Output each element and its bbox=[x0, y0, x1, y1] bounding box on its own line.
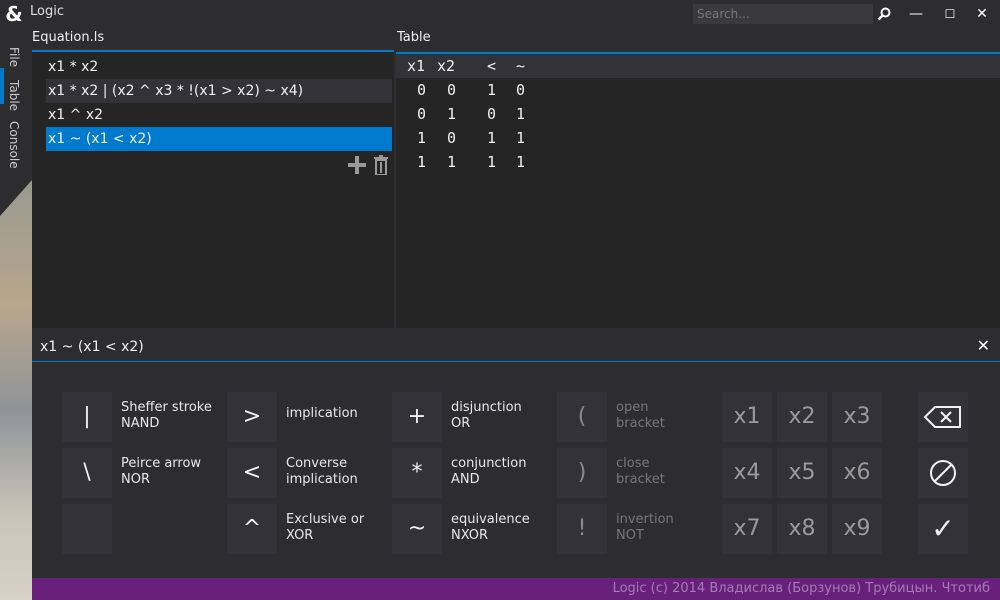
table-panel-header: Table bbox=[397, 30, 431, 45]
key-nxor-label: equivalence NXOR bbox=[451, 512, 530, 543]
key-empty bbox=[62, 504, 112, 554]
background-photo bbox=[0, 180, 32, 600]
key-converse-implication-label: Converse implication bbox=[286, 456, 358, 487]
app-title: Logic bbox=[30, 4, 64, 19]
column-header: x1 bbox=[407, 57, 426, 75]
status-bar: Logic (c) 2014 Владислав (Борзунов) Труб… bbox=[32, 578, 1000, 600]
key-not-label: invertion NOT bbox=[616, 512, 674, 543]
key-x3[interactable]: x3 bbox=[832, 392, 882, 442]
key-x8[interactable]: x8 bbox=[777, 504, 827, 554]
equation-toolbar bbox=[346, 153, 394, 177]
key-x6[interactable]: x6 bbox=[832, 448, 882, 498]
table-cell: 1 bbox=[516, 105, 526, 123]
key-implication[interactable]: > bbox=[227, 392, 277, 442]
table-cell: 0 bbox=[417, 81, 427, 99]
table-cell: 1 bbox=[447, 105, 457, 123]
key-nxor[interactable]: ~ bbox=[392, 504, 442, 554]
column-header: ~ bbox=[516, 57, 526, 75]
table-row: 1 1 1 1 bbox=[396, 150, 596, 174]
table-cell: 1 bbox=[516, 153, 526, 171]
key-converse-implication[interactable]: < bbox=[227, 448, 277, 498]
key-nand-label: Sheffer stroke NAND bbox=[121, 400, 212, 431]
table-row: 0 0 1 0 bbox=[396, 78, 596, 102]
close-button[interactable]: ✕ bbox=[970, 4, 994, 24]
key-and-label: conjunction AND bbox=[451, 456, 527, 487]
key-x4[interactable]: x4 bbox=[722, 448, 772, 498]
key-close-bracket-label: close bracket bbox=[616, 456, 665, 487]
search-icon[interactable] bbox=[872, 4, 896, 24]
key-nand[interactable]: | bbox=[62, 392, 112, 442]
equation-item-selected[interactable]: x1 ~ (x1 < x2) bbox=[46, 127, 392, 151]
key-and[interactable]: * bbox=[392, 448, 442, 498]
table-cell: 1 bbox=[447, 153, 457, 171]
tab-console[interactable]: Console bbox=[0, 120, 28, 170]
table-cell: 1 bbox=[487, 129, 497, 147]
table-cell: 0 bbox=[447, 81, 457, 99]
key-or[interactable]: + bbox=[392, 392, 442, 442]
table-cell: 0 bbox=[516, 81, 526, 99]
equation-list: x1 * x2 x1 * x2 | (x2 ^ x3 * !(x1 > x2) … bbox=[46, 55, 392, 151]
table-cell: 1 bbox=[487, 81, 497, 99]
table-cell: 1 bbox=[487, 153, 497, 171]
truth-table-panel: x1 x2 < ~ 0 0 1 0 0 1 0 1 1 0 1 1 1 1 1 … bbox=[396, 52, 1000, 328]
table-cell: 1 bbox=[516, 129, 526, 147]
maximize-button[interactable]: ☐ bbox=[938, 4, 962, 24]
key-x7[interactable]: x7 bbox=[722, 504, 772, 554]
key-open-bracket[interactable]: ( bbox=[557, 392, 607, 442]
table-cell: 1 bbox=[417, 129, 427, 147]
backspace-icon[interactable] bbox=[918, 392, 968, 442]
key-open-bracket-label: open bracket bbox=[616, 400, 665, 431]
key-nor-label: Peirce arrow NOR bbox=[121, 456, 202, 487]
confirm-button[interactable]: ✓ bbox=[918, 504, 968, 554]
equation-item[interactable]: x1 * x2 bbox=[46, 55, 392, 79]
clear-circle-icon[interactable] bbox=[918, 448, 968, 498]
table-cell: 0 bbox=[417, 105, 427, 123]
equation-item[interactable]: x1 * x2 | (x2 ^ x3 * !(x1 > x2) ~ x4) bbox=[46, 79, 392, 103]
key-close-bracket[interactable]: ) bbox=[557, 448, 607, 498]
clear-equation-button[interactable]: ✕ bbox=[977, 336, 990, 355]
key-not[interactable]: ! bbox=[557, 504, 607, 554]
equation-panel-header: Equation.ls bbox=[32, 30, 105, 45]
tab-file[interactable]: File bbox=[0, 42, 28, 72]
keypad: | Sheffer stroke NAND \ Peirce arrow NOR >… bbox=[32, 364, 1000, 578]
table-cell: 1 bbox=[417, 153, 427, 171]
table-cell: 0 bbox=[447, 129, 457, 147]
title-bar: & Logic — ☐ ✕ bbox=[0, 0, 1000, 28]
column-header: x2 bbox=[437, 57, 456, 75]
plus-icon[interactable] bbox=[346, 153, 368, 177]
app-logo: & bbox=[5, 2, 23, 26]
key-x2[interactable]: x2 bbox=[777, 392, 827, 442]
tab-table[interactable]: Table bbox=[0, 76, 28, 116]
key-x9[interactable]: x9 bbox=[832, 504, 882, 554]
key-xor[interactable]: ^ bbox=[227, 504, 277, 554]
truth-table-header: x1 x2 < ~ bbox=[396, 54, 1000, 78]
current-equation-bar: x1 ~ (x1 < x2) ✕ bbox=[32, 334, 1000, 362]
trash-icon[interactable] bbox=[370, 153, 392, 177]
key-x1[interactable]: x1 bbox=[722, 392, 772, 442]
key-nor[interactable]: \ bbox=[62, 448, 112, 498]
key-xor-label: Exclusive or XOR bbox=[286, 512, 365, 543]
search-input[interactable] bbox=[693, 4, 873, 24]
equation-panel: x1 * x2 x1 * x2 | (x2 ^ x3 * !(x1 > x2) … bbox=[32, 52, 394, 328]
key-or-label: disjunction OR bbox=[451, 400, 522, 431]
key-implication-label: implication bbox=[286, 406, 358, 421]
equation-item[interactable]: x1 ^ x2 bbox=[46, 103, 392, 127]
table-row: 0 1 0 1 bbox=[396, 102, 596, 126]
background-corner bbox=[0, 180, 32, 216]
minimize-button[interactable]: — bbox=[904, 4, 928, 24]
table-cell: 0 bbox=[487, 105, 497, 123]
column-header: < bbox=[487, 57, 497, 75]
key-x5[interactable]: x5 bbox=[777, 448, 827, 498]
current-equation-text[interactable]: x1 ~ (x1 < x2) bbox=[40, 339, 144, 355]
table-row: 1 0 1 1 bbox=[396, 126, 596, 150]
